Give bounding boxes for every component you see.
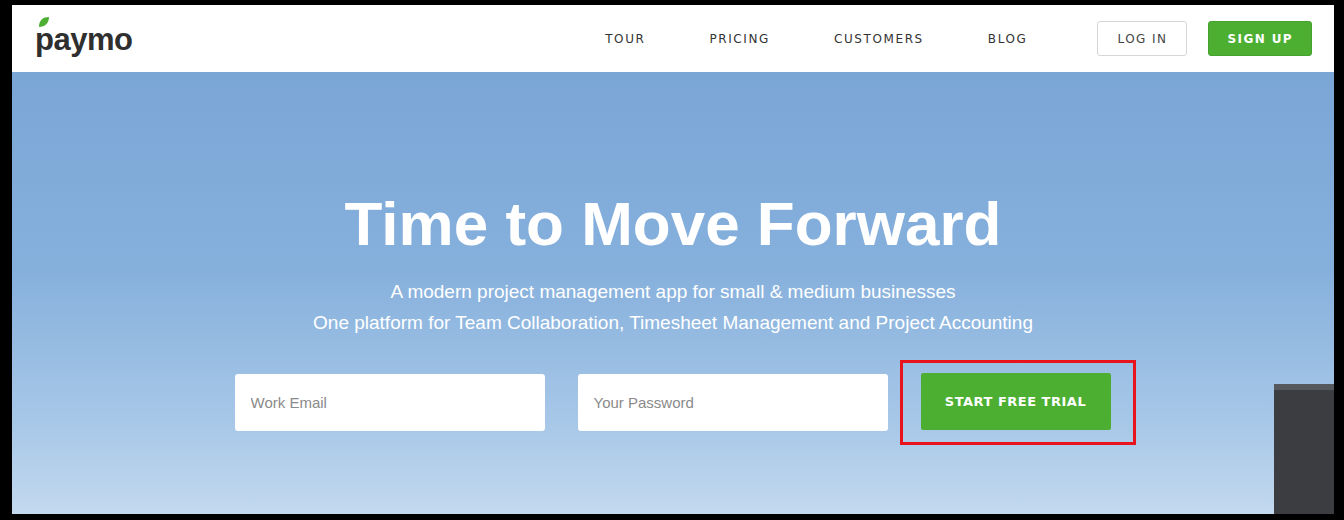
hero-subtitle: One platform for Team Collaboration, Tim… (313, 311, 1033, 334)
hero: Time to Move Forward A modern project man… (12, 72, 1334, 514)
login-button[interactable]: LOG IN (1097, 21, 1187, 56)
header: paymo TOURPRICINGCUSTOMERSBLOG LOG IN SIGN … (12, 5, 1334, 72)
hero-title: Time to Move Forward (345, 190, 1002, 258)
nav-item[interactable]: CUSTOMERS (802, 26, 956, 52)
leaf-icon (38, 16, 50, 28)
nav-item[interactable]: PRICING (677, 26, 802, 52)
password-field[interactable] (578, 374, 888, 431)
logo[interactable]: paymo (35, 20, 132, 58)
page: paymo TOURPRICINGCUSTOMERSBLOG LOG IN SIGN … (0, 0, 1344, 520)
building-image (1274, 384, 1334, 514)
email-field[interactable] (235, 374, 545, 431)
signup-button[interactable]: SIGN UP (1208, 21, 1312, 56)
start-trial-button[interactable]: START FREE TRIAL (921, 373, 1111, 430)
highlight-box: START FREE TRIAL (900, 360, 1136, 445)
hero-subtitles: A modern project management app for smal… (313, 280, 1033, 334)
hero-subtitle: A modern project management app for smal… (391, 280, 956, 303)
nav-item[interactable]: BLOG (956, 26, 1060, 52)
nav: TOURPRICINGCUSTOMERSBLOG (573, 26, 1059, 52)
nav-item[interactable]: TOUR (573, 26, 677, 52)
signup-form: START FREE TRIAL (211, 360, 1136, 445)
logo-text: paymo (35, 22, 132, 57)
